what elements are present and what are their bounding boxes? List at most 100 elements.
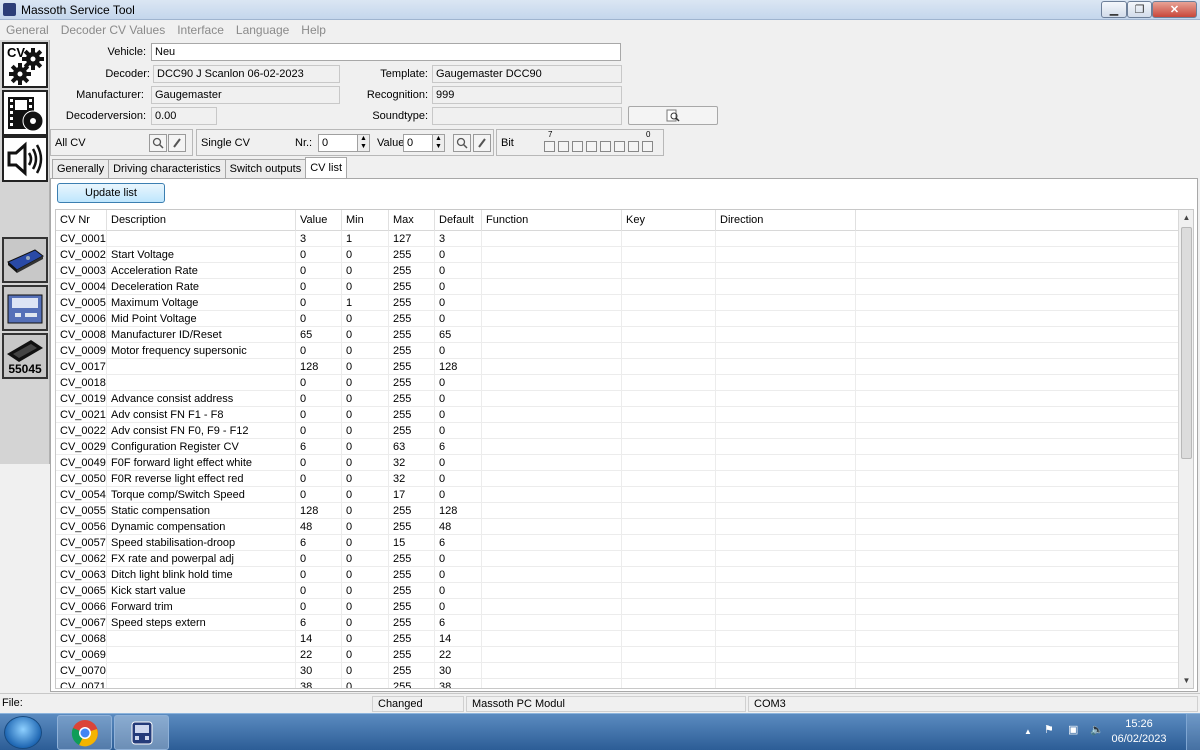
nr-input[interactable]: 0 xyxy=(318,134,358,152)
bit-6-checkbox[interactable] xyxy=(558,141,569,152)
table-row[interactable]: CV_0069 22 0 255 22 xyxy=(56,647,1181,663)
bit-3-checkbox[interactable] xyxy=(600,141,611,152)
menu-general[interactable]: General xyxy=(0,23,55,37)
table-row[interactable]: CV_0004 Deceleration Rate 0 0 255 0 xyxy=(56,279,1181,295)
bit-1-checkbox[interactable] xyxy=(628,141,639,152)
table-row[interactable]: CV_0063 Ditch light blink hold time 0 0 255 0 xyxy=(56,567,1181,583)
menu-decoder-cv-values[interactable]: Decoder CV Values xyxy=(55,23,172,37)
central-station-button[interactable] xyxy=(2,237,48,283)
decoder-55045-button[interactable]: 55045 xyxy=(2,333,48,379)
table-row[interactable]: CV_0050 F0R reverse light effect red 0 0 32 0 xyxy=(56,471,1181,487)
value-spinner[interactable]: ▲ ▼ xyxy=(432,134,445,152)
scroll-down-arrow[interactable]: ▼ xyxy=(1179,673,1193,688)
column-header-function[interactable]: Function xyxy=(482,210,622,231)
column-header-direction[interactable]: Direction xyxy=(716,210,856,231)
scroll-thumb[interactable] xyxy=(1181,227,1192,459)
action-center-flag-icon[interactable]: ⚑ xyxy=(1044,723,1054,736)
column-header-default[interactable]: Default xyxy=(435,210,482,231)
taskbar-clock[interactable]: 15:26 06/02/2023 xyxy=(1108,717,1170,747)
table-row[interactable]: CV_0049 F0F forward light effect white 0 0 3… xyxy=(56,455,1181,471)
volume-muted-icon[interactable]: 🔈 xyxy=(1090,723,1104,736)
cell-direction xyxy=(716,359,856,375)
vehicle-field[interactable]: Neu xyxy=(151,43,621,61)
bit-2-checkbox[interactable] xyxy=(614,141,625,152)
cell-key xyxy=(622,263,716,279)
bit-0-checkbox[interactable] xyxy=(642,141,653,152)
nr-spinner[interactable]: ▲ ▼ xyxy=(357,134,370,152)
sound-button[interactable] xyxy=(2,136,48,182)
table-row[interactable]: CV_0062 FX rate and powerpal adj 0 0 255 0 xyxy=(56,551,1181,567)
table-row[interactable]: CV_0071 38 0 255 38 xyxy=(56,679,1181,688)
table-row[interactable]: CV_0005 Maximum Voltage 0 1 255 0 xyxy=(56,295,1181,311)
cell-max: 255 xyxy=(389,391,435,407)
film-disc-button[interactable] xyxy=(2,90,48,136)
search-document-button[interactable] xyxy=(628,106,718,125)
start-button[interactable] xyxy=(4,716,42,749)
column-header-max[interactable]: Max xyxy=(389,210,435,231)
cell-cv-nr: CV_0029 xyxy=(56,439,107,455)
table-row[interactable]: CV_0029 Configuration Register CV 6 0 63 6 xyxy=(56,439,1181,455)
table-row[interactable]: CV_0002 Start Voltage 0 0 255 0 xyxy=(56,247,1181,263)
maximize-button[interactable]: ❐ xyxy=(1127,1,1152,18)
table-row[interactable]: CV_0003 Acceleration Rate 0 0 255 0 xyxy=(56,263,1181,279)
network-icon[interactable]: ▣ xyxy=(1068,723,1078,736)
table-row[interactable]: CV_0022 Adv consist FN F0, F9 - F12 0 0 255 0 xyxy=(56,423,1181,439)
table-row[interactable]: CV_0017 128 0 255 128 xyxy=(56,359,1181,375)
all-cv-write-button[interactable] xyxy=(168,134,186,152)
menu-language[interactable]: Language xyxy=(230,23,295,37)
column-header-min[interactable]: Min xyxy=(342,210,389,231)
table-row[interactable]: CV_0066 Forward trim 0 0 255 0 xyxy=(56,599,1181,615)
chrome-taskbar-item[interactable] xyxy=(57,715,112,750)
table-row[interactable]: CV_0021 Adv consist FN F1 - F8 0 0 255 0 xyxy=(56,407,1181,423)
single-cv-read-button[interactable] xyxy=(453,134,471,152)
cv-settings-button[interactable]: CV xyxy=(2,42,48,88)
column-header-cv-nr[interactable]: CV Nr xyxy=(56,210,107,231)
all-cv-read-button[interactable] xyxy=(149,134,167,152)
tray-expand-icon[interactable]: ▲ xyxy=(1024,727,1032,736)
table-row[interactable]: CV_0006 Mid Point Voltage 0 0 255 0 xyxy=(56,311,1181,327)
table-row[interactable]: CV_0019 Advance consist address 0 0 255 0 xyxy=(56,391,1181,407)
cell-direction xyxy=(716,599,856,615)
table-row[interactable]: CV_0067 Speed steps extern 6 0 255 6 xyxy=(56,615,1181,631)
tab-switch-outputs[interactable]: Switch outputs xyxy=(224,159,307,178)
menu-help[interactable]: Help xyxy=(295,23,332,37)
table-row[interactable]: CV_0001 3 1 127 3 xyxy=(56,231,1181,247)
interface-device-button[interactable] xyxy=(2,285,48,331)
table-row[interactable]: CV_0009 Motor frequency supersonic 0 0 255 0 xyxy=(56,343,1181,359)
table-row[interactable]: CV_0056 Dynamic compensation 48 0 255 48 xyxy=(56,519,1181,535)
vertical-scrollbar[interactable]: ▲ ▼ xyxy=(1178,210,1193,688)
cell-cv-nr: CV_0067 xyxy=(56,615,107,631)
menu-interface[interactable]: Interface xyxy=(171,23,230,37)
cell-cv-nr: CV_0021 xyxy=(56,407,107,423)
close-button[interactable]: ✕ xyxy=(1152,1,1197,18)
table-row[interactable]: CV_0008 Manufacturer ID/Reset 65 0 255 65 xyxy=(56,327,1181,343)
column-header-description[interactable]: Description xyxy=(107,210,296,231)
tab-cv-list[interactable]: CV list xyxy=(305,157,347,178)
scroll-up-arrow[interactable]: ▲ xyxy=(1179,210,1193,225)
table-row[interactable]: CV_0054 Torque comp/Switch Speed 0 0 17 0 xyxy=(56,487,1181,503)
massoth-taskbar-item[interactable] xyxy=(114,715,169,750)
column-header-key[interactable]: Key xyxy=(622,210,716,231)
manufacturer-field: Gaugemaster xyxy=(151,86,340,104)
bit-5-checkbox[interactable] xyxy=(572,141,583,152)
bit-4-checkbox[interactable] xyxy=(586,141,597,152)
table-row[interactable]: CV_0057 Speed stabilisation-droop 6 0 15 6 xyxy=(56,535,1181,551)
tab-generally[interactable]: Generally xyxy=(52,159,110,178)
tab-driving-characteristics[interactable]: Driving characteristics xyxy=(108,159,226,178)
table-row[interactable]: CV_0068 14 0 255 14 xyxy=(56,631,1181,647)
table-row[interactable]: CV_0055 Static compensation 128 0 255 128 xyxy=(56,503,1181,519)
cell-function xyxy=(482,647,622,663)
single-cv-write-button[interactable] xyxy=(473,134,491,152)
update-list-button[interactable]: Update list xyxy=(57,183,165,203)
cell-value: 14 xyxy=(296,631,342,647)
show-desktop-button[interactable] xyxy=(1186,714,1200,750)
value-input[interactable]: 0 xyxy=(403,134,433,152)
column-header-value[interactable]: Value xyxy=(296,210,342,231)
table-row[interactable]: CV_0065 Kick start value 0 0 255 0 xyxy=(56,583,1181,599)
minimize-button[interactable]: ▁ xyxy=(1101,1,1127,18)
table-row[interactable]: CV_0018 0 0 255 0 xyxy=(56,375,1181,391)
cell-description: F0F forward light effect white xyxy=(107,455,296,471)
cell-value: 6 xyxy=(296,615,342,631)
bit-7-checkbox[interactable] xyxy=(544,141,555,152)
table-row[interactable]: CV_0070 30 0 255 30 xyxy=(56,663,1181,679)
